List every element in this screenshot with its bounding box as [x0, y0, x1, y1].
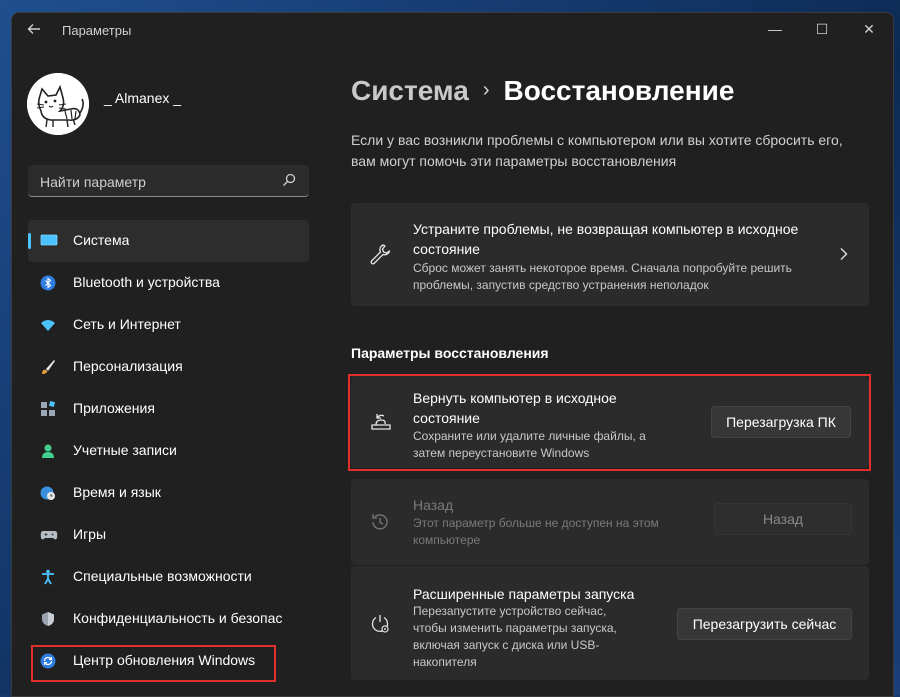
sidebar-item-network[interactable]: Сеть и Интернет — [28, 304, 309, 346]
person-icon — [40, 443, 56, 459]
sidebar-item-label: Специальные возможности — [73, 568, 252, 584]
cat-avatar-icon — [27, 73, 89, 135]
maximize-button[interactable]: ☐ — [799, 13, 845, 45]
troubleshoot-title: Устраните проблемы, не возвращая компьют… — [413, 221, 799, 257]
sidebar-item-label: Конфиденциальность и безопас — [73, 610, 283, 626]
sidebar-item-accessibility[interactable]: Специальные возможности — [28, 556, 309, 598]
windows-update-highlight — [31, 645, 276, 682]
title-bar: Параметры — ☐ ✕ — [12, 13, 893, 49]
breadcrumb-separator: › — [482, 79, 490, 101]
monitor-icon — [40, 233, 58, 249]
go-back-card: Назад Этот параметр больше не доступен н… — [351, 479, 869, 565]
go-back-description: Этот параметр больше не доступен на этом… — [413, 516, 659, 547]
close-button[interactable]: ✕ — [846, 13, 892, 45]
breadcrumb-parent[interactable]: Система — [351, 75, 469, 106]
gamepad-icon — [40, 527, 58, 543]
chevron-right-icon — [839, 247, 851, 261]
breadcrumb: Система › Восстановление — [351, 75, 734, 107]
username: _ Almanex _ — [104, 90, 182, 106]
sidebar-item-accounts[interactable]: Учетные записи — [28, 430, 309, 472]
minimize-button[interactable]: — — [752, 13, 798, 45]
wifi-icon — [40, 317, 56, 333]
reset-pc-highlight — [348, 374, 871, 471]
sidebar-item-label: Сеть и Интернет — [73, 316, 181, 332]
sidebar-item-bluetooth[interactable]: Bluetooth и устройства — [28, 262, 309, 304]
sidebar-item-label: Учетные записи — [73, 442, 177, 458]
advanced-startup-card: Расширенные параметры запуска Перезапуст… — [351, 566, 869, 680]
sidebar-item-gaming[interactable]: Игры — [28, 514, 309, 556]
sidebar-item-system[interactable]: Система — [28, 220, 309, 262]
sidebar-nav: Система Bluetooth и устройства Сеть и Ин… — [28, 220, 309, 682]
page-title: Восстановление — [503, 75, 735, 106]
back-arrow-icon[interactable] — [24, 21, 44, 41]
advanced-startup-title: Расширенные параметры запуска — [413, 586, 635, 602]
go-back-button[interactable]: Назад — [714, 503, 852, 535]
wrench-icon — [369, 243, 391, 265]
sidebar-item-privacy[interactable]: Конфиденциальность и безопас — [28, 598, 309, 640]
troubleshoot-card[interactable]: Устраните проблемы, не возвращая компьют… — [351, 203, 869, 306]
globe-clock-icon — [40, 485, 56, 501]
search-icon[interactable] — [281, 172, 297, 188]
sidebar-item-label: Приложения — [73, 400, 155, 416]
go-back-title: Назад — [413, 497, 454, 513]
window-title: Параметры — [62, 23, 132, 38]
troubleshoot-description: Сброс может занять некоторое время. Снач… — [413, 261, 792, 292]
section-title: Параметры восстановления — [351, 345, 549, 361]
search-input[interactable] — [38, 171, 272, 193]
active-indicator — [28, 233, 31, 249]
advanced-startup-icon — [369, 613, 391, 635]
sidebar-item-label: Персонализация — [73, 358, 183, 374]
search-box[interactable] — [28, 165, 309, 197]
sidebar-item-label: Система — [73, 232, 130, 248]
apps-icon — [40, 400, 56, 417]
avatar[interactable] — [27, 73, 89, 135]
sidebar-item-time-language[interactable]: Время и язык — [28, 472, 309, 514]
history-icon — [369, 511, 391, 533]
advanced-startup-description: Перезапустите устройство сейчас, чтобы и… — [413, 604, 617, 669]
sidebar-item-label: Bluetooth и устройства — [73, 274, 220, 290]
settings-window: Параметры — ☐ ✕ _ Almanex _ Найти параме… — [11, 12, 894, 697]
restart-now-button[interactable]: Перезагрузить сейчас — [677, 608, 852, 640]
brush-icon — [40, 359, 56, 375]
sidebar-item-label: Время и язык — [73, 484, 161, 500]
intro-text: Если у вас возникли проблемы с компьютер… — [351, 132, 843, 169]
sidebar-item-personalization[interactable]: Персонализация — [28, 346, 309, 388]
accessibility-icon — [40, 569, 56, 585]
shield-icon — [40, 611, 56, 627]
sidebar-item-label: Игры — [73, 526, 107, 542]
bluetooth-icon — [40, 275, 56, 291]
sidebar-item-apps[interactable]: Приложения — [28, 388, 309, 430]
